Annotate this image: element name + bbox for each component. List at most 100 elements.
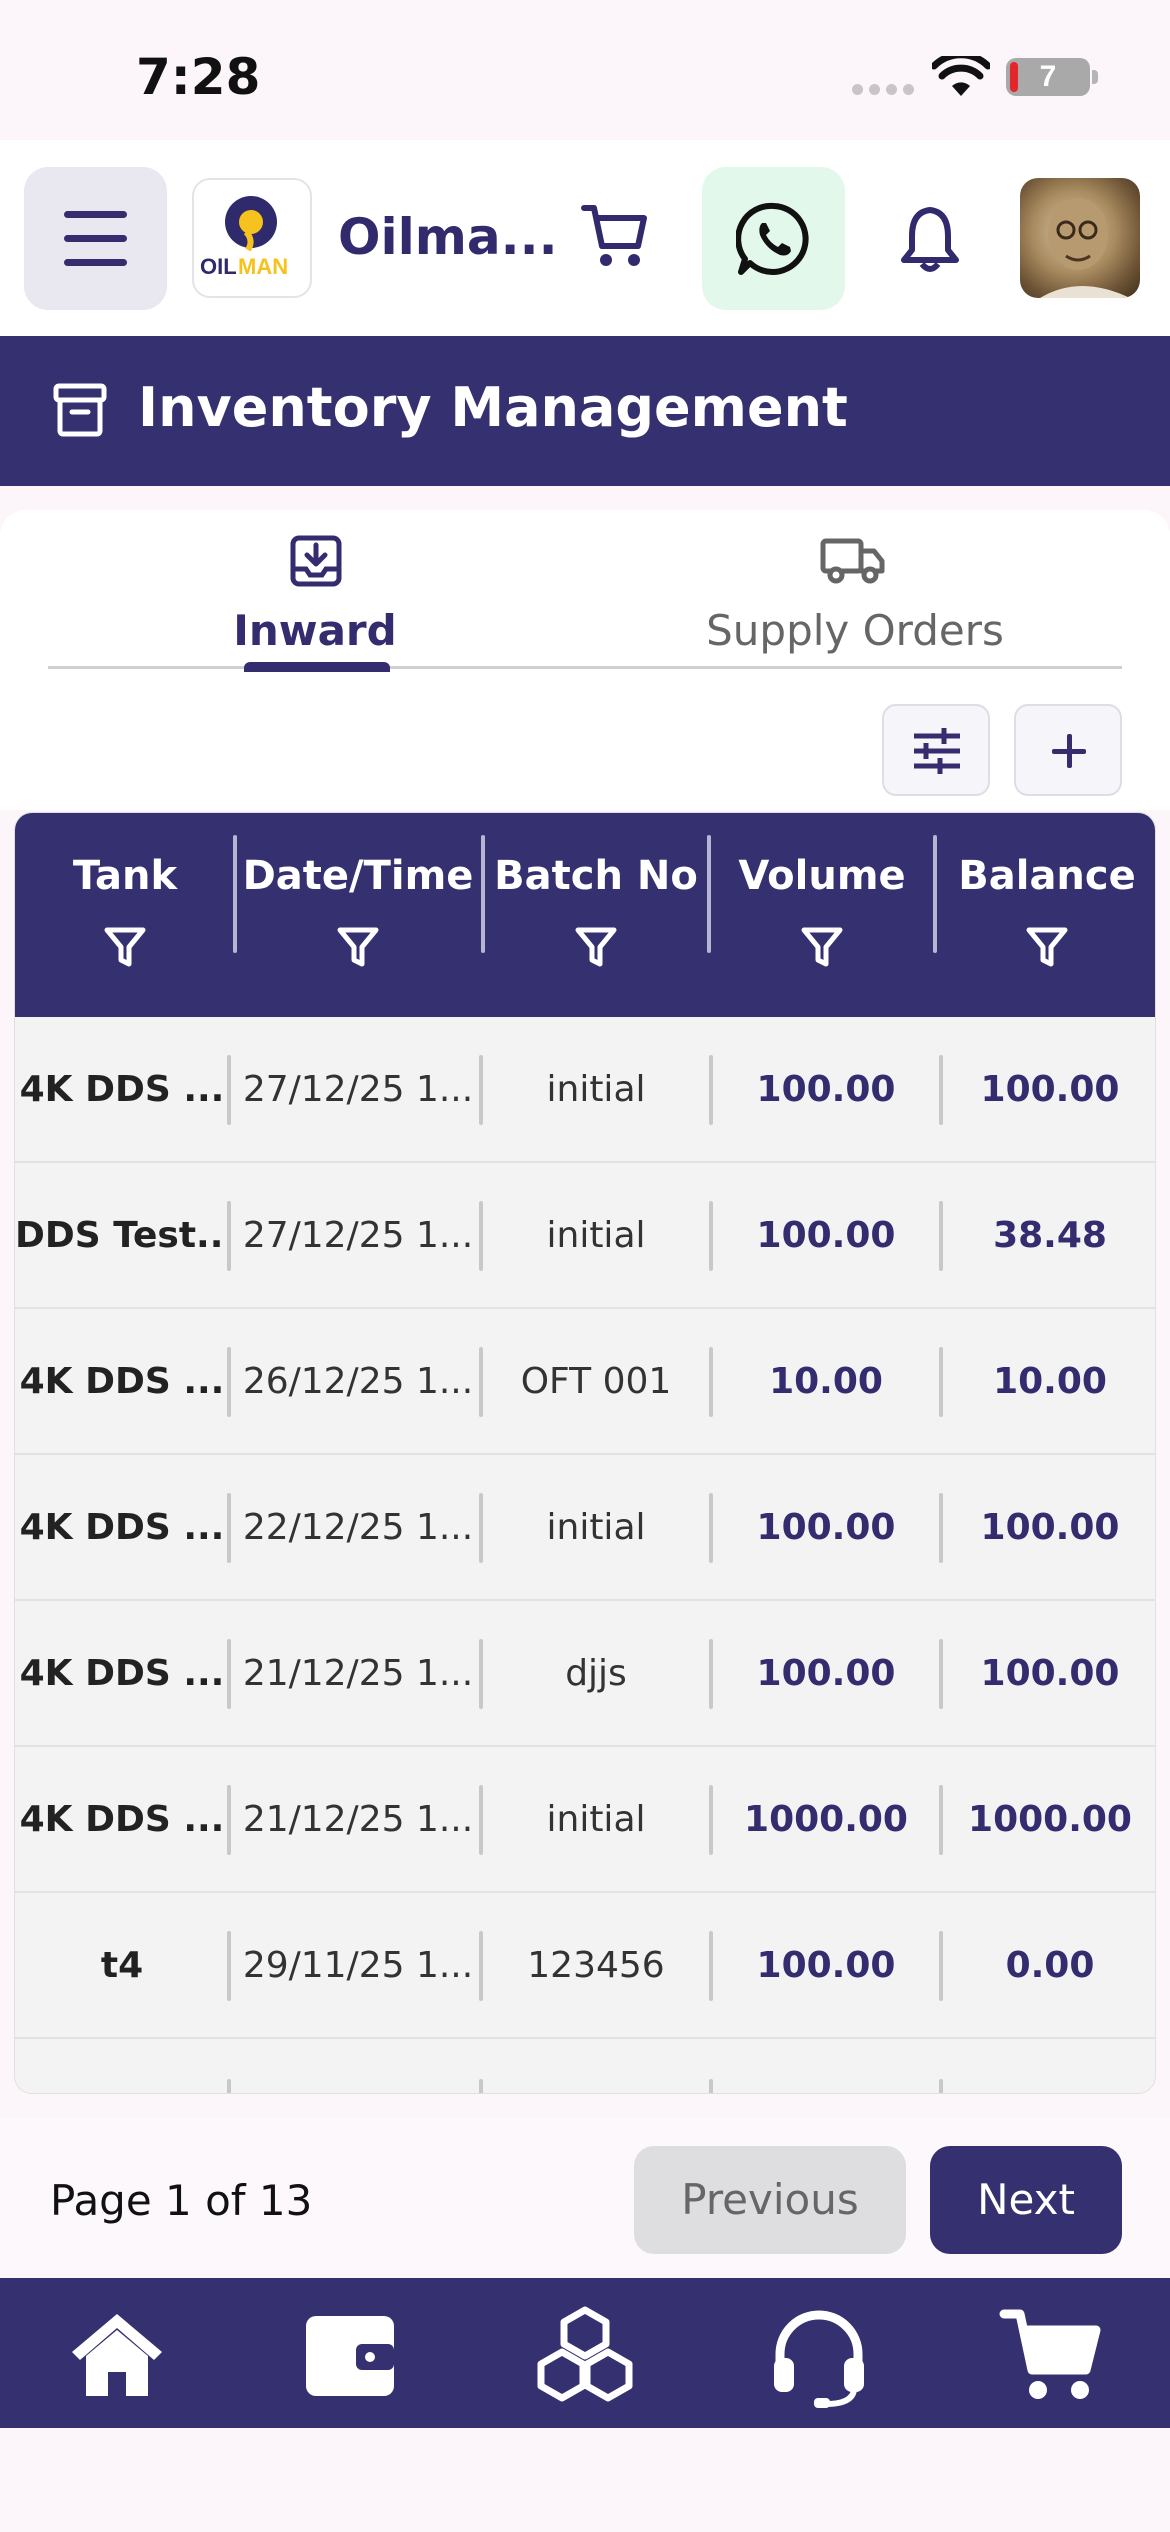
cell-balance: 10.00 [993,1361,1107,1402]
inventory-table: Tank Date/Time Batch No Volume Balance 4… [14,812,1156,2094]
column-tank[interactable]: Tank [15,813,235,1017]
filter-settings-button[interactable] [882,704,990,796]
filter-icon[interactable] [574,925,618,969]
menu-icon-line [64,211,127,218]
tab-divider [48,666,1122,669]
cell-separator [227,2079,231,2093]
cell-tank: 4K DDS ... [19,1799,225,1840]
column-header-label: Balance [958,853,1136,899]
inbox-download-icon[interactable] [290,535,342,587]
cell-tank: DDS Test... [15,1215,229,1256]
cell-datetime: 21/12/25 1... [242,1653,474,1694]
cell-volume: 100.00 [756,1653,896,1694]
cart-icon[interactable] [998,2300,1108,2410]
battery-cap [1092,70,1098,84]
cell-batch: OFT 001 [520,1361,672,1402]
cell-balance: 100.00 [980,1069,1120,1110]
cell-tank: t4 [100,1945,144,1986]
home-indicator-area [0,2428,1170,2532]
column-volume[interactable]: Volume [711,813,933,1017]
cell-volume: 1000.00 [744,1799,908,1840]
table-row[interactable]: t4 29/11/25 1... 123456 100.00 0.00 [15,1893,1155,2039]
cell-separator [709,2079,713,2093]
cell-batch: initial [546,1215,646,1256]
cell-separator [227,1201,231,1271]
cart-icon[interactable] [580,202,652,272]
bell-icon[interactable] [898,204,962,274]
cell-balance: 100.00 [980,1507,1120,1548]
archive-box-icon [53,383,107,437]
cell-separator [227,1639,231,1709]
battery-level: 7 [1039,60,1057,93]
table-row[interactable]: DDS Test... 27/12/25 1... initial 100.00… [15,1163,1155,1309]
column-header-label: Date/Time [242,853,474,899]
home-icon[interactable] [62,2300,172,2410]
cell-tank: 4K DDS ... [19,1653,225,1694]
wallet-icon[interactable] [296,2300,406,2410]
filter-icon[interactable] [336,925,380,969]
cell-volume: 100.00 [756,1215,896,1256]
cell-datetime: 21/12/25 1... [242,1799,474,1840]
previous-button[interactable]: Previous [634,2146,906,2254]
table-row[interactable]: 4K DDS ... 26/12/25 1... OFT 001 10.00 1… [15,1309,1155,1455]
tab-inward[interactable]: Inward [180,606,450,655]
table-row[interactable]: 4K DDS ... 21/12/25 1... initial 1000.00… [15,1747,1155,1893]
truck-icon[interactable] [820,537,886,585]
cubes-icon[interactable] [530,2300,640,2410]
app-logo[interactable]: OIL MAN [192,178,312,298]
column-batch[interactable]: Batch No [485,813,707,1017]
table-row[interactable]: 4K DDS ... 21/12/25 1... djjs 100.00 100… [15,1601,1155,1747]
table-row-partial[interactable] [15,2039,1155,2093]
cell-batch: djjs [565,1653,627,1694]
cell-datetime: 27/12/25 1... [242,1069,474,1110]
status-time: 7:28 [136,48,261,106]
cell-batch: initial [546,1069,646,1110]
cell-tank: 4K DDS ... [19,1361,225,1402]
cell-batch: 123456 [527,1945,665,1986]
table-row[interactable]: 4K DDS ... 22/12/25 1... initial 100.00 … [15,1455,1155,1601]
menu-button[interactable] [24,167,167,310]
headset-icon[interactable] [764,2300,874,2410]
whatsapp-button[interactable] [702,167,845,310]
cell-batch: initial [546,1799,646,1840]
whatsapp-icon [736,202,809,275]
cell-separator [479,2079,483,2093]
table-row[interactable]: 4K DDS ... 27/12/25 1... initial 100.00 … [15,1017,1155,1163]
cell-datetime: 26/12/25 1... [242,1361,474,1402]
cell-separator [227,1785,231,1855]
page-info: Page 1 of 13 [50,2176,313,2225]
cell-datetime: 29/11/25 1... [242,1945,474,1986]
logo-wordmark: OIL [200,254,237,279]
page-title: Inventory Management [138,376,848,439]
plus-icon [1067,734,1072,768]
cell-separator [939,2079,943,2093]
cell-balance: 1000.00 [968,1799,1132,1840]
brand-name[interactable]: Oilma... [338,208,558,266]
menu-icon-line [64,259,127,266]
battery-icon: 7 [1006,58,1090,96]
content-card [0,510,1170,810]
next-button[interactable]: Next [930,2146,1122,2254]
cell-separator [227,1347,231,1417]
tab-supply-orders[interactable]: Supply Orders [680,606,1030,655]
cell-datetime: 27/12/25 1... [242,1215,474,1256]
menu-icon-line [64,235,127,242]
wifi-icon [932,56,990,96]
logo-wordmark: MAN [238,254,288,279]
add-button[interactable] [1014,704,1122,796]
filter-icon[interactable] [103,925,147,969]
column-balance[interactable]: Balance [937,813,1155,1017]
cell-volume: 100.00 [756,1069,896,1110]
avatar[interactable] [1020,178,1140,298]
cell-volume: 100.00 [756,1507,896,1548]
cell-tank: 4K DDS ... [19,1069,225,1110]
cell-datetime: 22/12/25 1... [242,1507,474,1548]
column-datetime[interactable]: Date/Time [237,813,479,1017]
cell-balance: 100.00 [980,1653,1120,1694]
filter-icon[interactable] [800,925,844,969]
filter-icon[interactable] [1025,925,1069,969]
tab-active-indicator [244,662,390,672]
table-header: Tank Date/Time Batch No Volume Balance [15,813,1155,1017]
cell-separator [227,1493,231,1563]
cell-tank: 4K DDS ... [19,1507,225,1548]
